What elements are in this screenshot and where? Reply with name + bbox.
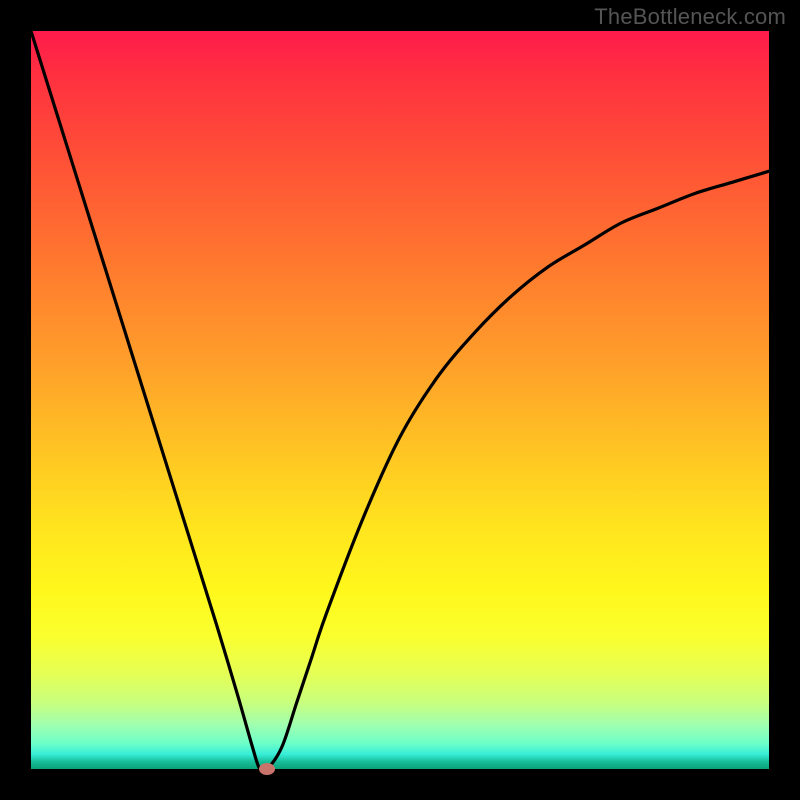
plot-area	[31, 31, 769, 769]
curve-svg	[31, 31, 769, 769]
watermark-text: TheBottleneck.com	[594, 4, 786, 30]
optimum-marker	[259, 763, 275, 775]
bottleneck-curve	[31, 31, 769, 769]
chart-container: TheBottleneck.com	[0, 0, 800, 800]
